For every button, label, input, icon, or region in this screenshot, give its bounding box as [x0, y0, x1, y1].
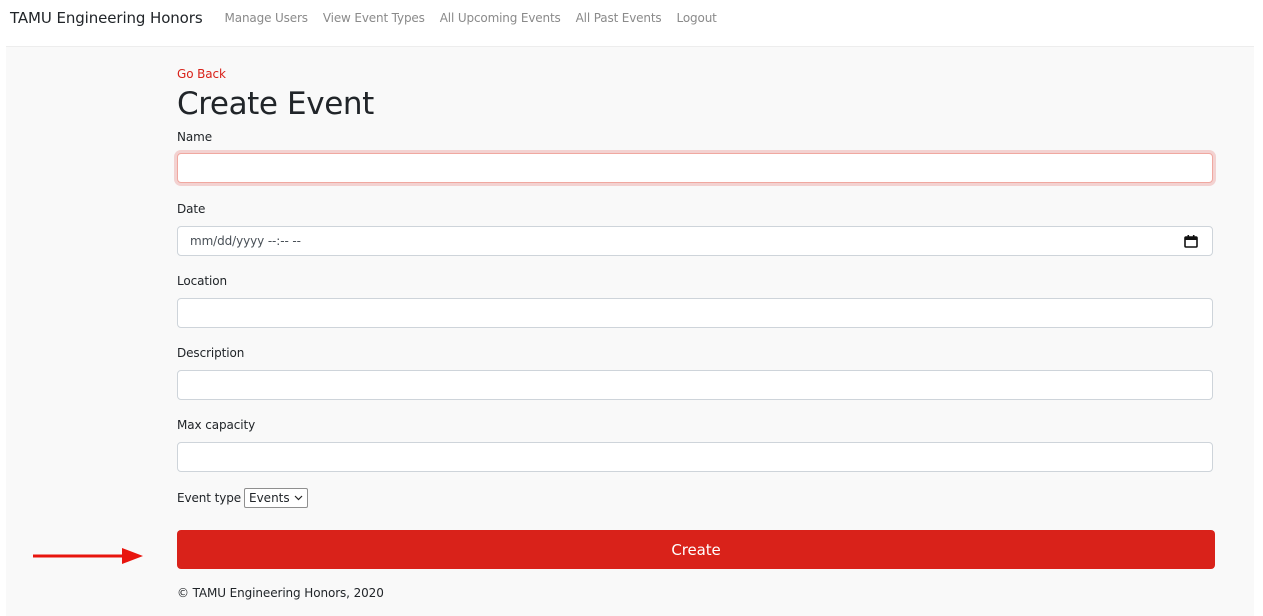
max-capacity-label: Max capacity: [177, 418, 256, 432]
nav-links: Manage Users View Event Types All Upcomi…: [225, 11, 732, 25]
nav-link-manage-users[interactable]: Manage Users: [225, 11, 308, 25]
description-input[interactable]: [177, 370, 1213, 400]
event-type-selected-value: Events: [249, 491, 290, 505]
event-type-row: Event type Events: [177, 488, 308, 508]
event-type-select[interactable]: Events: [244, 488, 308, 508]
date-placeholder: mm/dd/yyyy --:-- --: [190, 234, 301, 248]
brand-link[interactable]: TAMU Engineering Honors: [10, 9, 203, 27]
name-label: Name: [177, 130, 213, 144]
create-button[interactable]: Create: [177, 530, 1215, 569]
date-input[interactable]: mm/dd/yyyy --:-- --: [177, 226, 1213, 256]
chevron-down-icon: [294, 495, 303, 501]
max-capacity-input[interactable]: [177, 442, 1213, 472]
calendar-icon[interactable]: [1184, 235, 1198, 248]
go-back-link[interactable]: Go Back: [177, 67, 226, 81]
footer-copyright: © TAMU Engineering Honors, 2020: [177, 586, 384, 600]
arrow-right-icon: [33, 548, 143, 564]
description-label: Description: [177, 346, 245, 360]
page-title: Create Event: [177, 86, 374, 122]
event-type-label: Event type: [177, 491, 241, 505]
date-label: Date: [177, 202, 206, 216]
nav-link-all-upcoming-events[interactable]: All Upcoming Events: [440, 11, 561, 25]
main-content: Go Back Create Event Name Date mm/dd/yyy…: [6, 47, 1254, 616]
location-label: Location: [177, 274, 227, 288]
location-input[interactable]: [177, 298, 1213, 328]
nav-link-all-past-events[interactable]: All Past Events: [576, 11, 662, 25]
nav-link-view-event-types[interactable]: View Event Types: [323, 11, 425, 25]
name-input[interactable]: [177, 153, 1213, 183]
navbar: TAMU Engineering Honors Manage Users Vie…: [0, 0, 1263, 36]
nav-link-logout[interactable]: Logout: [677, 11, 717, 25]
